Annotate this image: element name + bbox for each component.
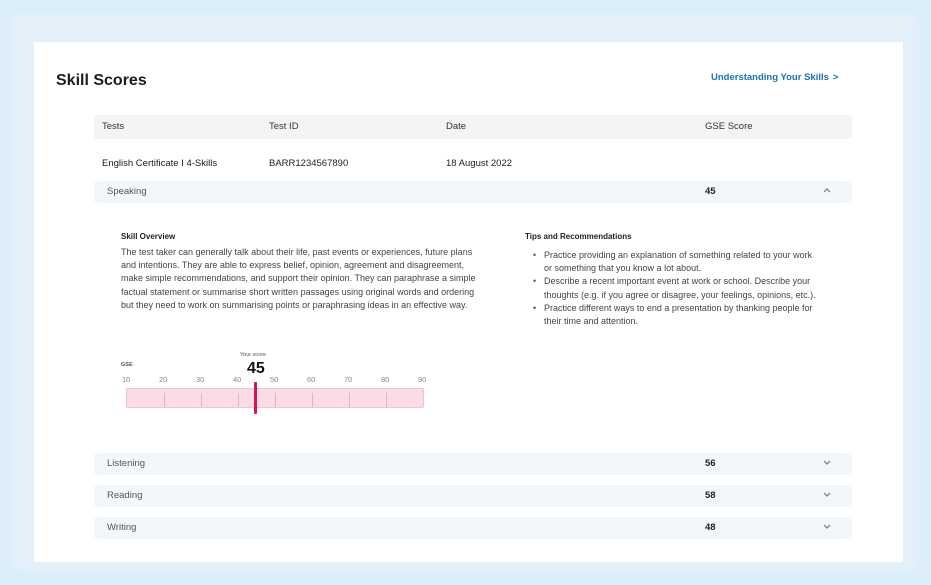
skill-score: 58 — [705, 490, 716, 501]
tips-title: Tips and Recommendations — [525, 232, 632, 241]
skill-name: Speaking — [107, 186, 147, 197]
scale-segment-divider — [312, 393, 313, 407]
scale-segment-divider — [275, 393, 276, 407]
test-id: BARR1234567890 — [269, 158, 349, 169]
scale-tick-label: 90 — [418, 375, 427, 384]
tips-list: Practice providing an explanation of som… — [530, 249, 822, 328]
chevron-right-icon: > — [832, 72, 839, 83]
skill-name: Listening — [107, 458, 146, 469]
test-name: English Certificate I 4-Skills — [102, 158, 218, 169]
scale-tick-label: 80 — [381, 375, 390, 384]
your-score-value: 45 — [247, 360, 265, 377]
skill-score: 45 — [705, 186, 716, 197]
scale-tick-label: 60 — [307, 375, 316, 384]
page-title: Skill Scores — [56, 72, 147, 89]
skill-overview-title: Skill Overview — [121, 232, 176, 241]
understanding-skills-link[interactable]: Understanding Your Skills > — [711, 72, 838, 83]
scale-segment-divider — [349, 393, 350, 407]
gse-score-bar — [126, 388, 424, 408]
scale-tick-label: 20 — [159, 375, 168, 384]
your-score-label: Your score — [240, 352, 267, 358]
skill-row-listening[interactable]: Listening 56 — [94, 453, 852, 475]
scale-tick-label: 50 — [270, 375, 279, 384]
chevron-down-icon[interactable] — [822, 489, 832, 502]
column-header-date: Date — [446, 121, 467, 132]
skill-row-reading[interactable]: Reading 58 — [94, 485, 852, 507]
skill-overview-text: The test taker can generally talk about … — [121, 247, 476, 310]
scale-tick-label: 40 — [233, 375, 242, 384]
score-marker — [254, 382, 257, 414]
column-header-gse-score: GSE Score — [705, 121, 753, 132]
test-date: 18 August 2022 — [446, 158, 513, 169]
tip-item: Practice providing an explanation of som… — [530, 249, 822, 275]
scale-segment-divider — [164, 393, 165, 407]
tip-item: Describe a recent important event at wor… — [530, 275, 822, 301]
skill-score: 56 — [705, 458, 716, 469]
skill-row-writing[interactable]: Writing 48 — [94, 517, 852, 539]
scale-segment-divider — [201, 393, 202, 407]
scale-segment-divider — [238, 393, 239, 407]
scale-tick-label: 10 — [122, 375, 131, 384]
chevron-down-icon[interactable] — [822, 521, 832, 534]
chevron-down-icon[interactable] — [822, 457, 832, 470]
tip-item: Practice different ways to end a present… — [530, 302, 822, 328]
gse-scale-label: GSE — [121, 362, 133, 368]
skill-score: 48 — [705, 522, 716, 533]
scale-tick-label: 30 — [196, 375, 205, 384]
skill-name: Reading — [107, 490, 143, 501]
column-header-test-id: Test ID — [269, 121, 299, 132]
understanding-skills-link-label: Understanding Your Skills — [711, 72, 829, 83]
skill-row-speaking[interactable]: Speaking 45 — [94, 181, 852, 203]
column-header-tests: Tests — [102, 121, 125, 132]
skill-name: Writing — [107, 522, 137, 533]
scale-tick-label: 70 — [344, 375, 353, 384]
scale-segment-divider — [386, 393, 387, 407]
chevron-up-icon[interactable] — [822, 185, 832, 198]
